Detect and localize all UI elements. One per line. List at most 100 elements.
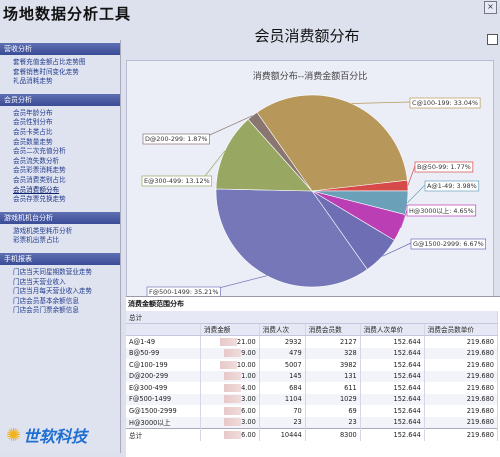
sidebar-section-header[interactable]: 会员分析	[0, 93, 120, 106]
table-row[interactable]: B@50-9900009.00479328152.644219.680	[126, 347, 499, 359]
cell-value: 1.00	[241, 372, 256, 381]
sidebar-item[interactable]: 会员性别分布	[0, 118, 120, 128]
table-cell: 152.644	[360, 393, 425, 405]
sidebar-item[interactable]: 门店会员门票余额信息	[0, 306, 120, 316]
table-cell: 000021.00	[200, 335, 260, 348]
row-label: E@300-499	[126, 382, 202, 394]
chart-options-icon[interactable]	[487, 34, 498, 45]
masked-value: 0000	[224, 395, 242, 404]
sidebar-item[interactable]: 会员二次充值分析	[0, 147, 120, 157]
slice-label: H@3000以上: 4.65%	[409, 206, 474, 215]
sidebar-section-header[interactable]: 营收分析	[0, 43, 120, 55]
cell-value: 3.00	[241, 395, 256, 404]
sidebar-item[interactable]: 套餐销售时间变化走势	[0, 68, 120, 78]
sidebar-section-header[interactable]: 手机报表	[0, 252, 120, 265]
slice-label: A@1-49: 3.98%	[427, 182, 477, 190]
table-row[interactable]: 总计00006.00104448300152.644219.680	[126, 428, 499, 441]
column-header[interactable]: 消费会员数	[305, 323, 361, 336]
sidebar-item[interactable]: 套餐充值金额占比走势图	[0, 58, 120, 68]
column-header[interactable]: 消费金额	[200, 323, 260, 336]
callout-line	[351, 101, 411, 104]
masked-value: 0000	[220, 360, 237, 369]
table-cell: 8300	[305, 428, 361, 441]
report-title: 消费金额范围分布	[128, 300, 184, 308]
table-cell: 219.680	[424, 416, 499, 429]
table-row[interactable]: D@200-29900001.00145131152.644219.680	[126, 370, 499, 382]
cell-value: 21.00	[236, 337, 256, 346]
logo: ✺ 世软科技	[6, 423, 87, 447]
page-title: 会员消费额分布	[254, 27, 360, 45]
table-cell: 152.644	[360, 405, 425, 417]
sidebar-item[interactable]: 门店会员基本余额信息	[0, 297, 120, 307]
sidebar-item[interactable]: 礼品消耗走势	[0, 77, 120, 87]
sidebar-section-header[interactable]: 游戏机机台分析	[0, 211, 120, 224]
table-cell: 152.644	[360, 382, 425, 394]
app-title: 场地数据分析工具	[3, 5, 132, 23]
sidebar: 营收分析套餐充值金额占比走势图 套餐销售时间变化走势 礼品消耗走势 会员分析会员年龄分…	[0, 40, 121, 453]
sidebar-item[interactable]: 会员年龄分布	[0, 109, 120, 119]
column-header[interactable]: 消费人次单价	[360, 323, 425, 336]
table-cell: 70	[259, 405, 306, 417]
masked-value: 0000	[224, 349, 242, 358]
report-panel: 消费金额范围分布 总计 消费金额 消费人次 消费会员数 消费人次单价 消费会员数单价 A…	[126, 296, 500, 457]
table-cell: 00003.00	[200, 416, 260, 429]
masked-value: 0000	[224, 383, 242, 392]
row-label: 总计	[126, 428, 202, 441]
table-cell: 00003.00	[200, 393, 260, 405]
table-row[interactable]: F@500-149900003.0011041029152.644219.680	[126, 393, 499, 405]
table-row[interactable]: E@300-49900004.00684611152.644219.680	[126, 382, 499, 394]
sidebar-item[interactable]: 会员卡类占比	[0, 128, 120, 138]
sidebar-item[interactable]: 会员消费额分布	[0, 186, 120, 196]
sidebar-item[interactable]: 门店当天营业收入	[0, 278, 120, 288]
sidebar-section-list: 门店当天同星期数营业走势 门店当天营业收入 门店当月每天营业收入走势 门店会员基本余额…	[0, 265, 120, 320]
sidebar-item[interactable]: 会员流失数分析	[0, 157, 120, 167]
masked-value: 0000	[224, 418, 242, 427]
slice-label: D@200-299: 1.87%	[145, 135, 208, 143]
table-cell: 00001.00	[200, 370, 260, 382]
slice-label: C@100-199: 33.04%	[412, 99, 478, 107]
sidebar-item[interactable]: 会员消费类别占比	[0, 176, 120, 186]
sidebar-item[interactable]: 门店当天同星期数营业走势	[0, 268, 120, 278]
column-header[interactable]: 消费会员数单价	[424, 323, 499, 336]
column-header[interactable]: 消费人次	[259, 323, 306, 336]
column-header[interactable]	[126, 323, 202, 336]
pie-chart: 消费额分布--消费金额百分比 C@100-199: 33.04% B@50-99:…	[141, 70, 487, 298]
table-cell: 00004.00	[200, 382, 260, 394]
cell-value: 10.00	[236, 360, 256, 369]
table-cell: 2127	[305, 335, 361, 348]
table-row[interactable]: C@100-199000010.0050073982152.644219.680	[126, 359, 499, 371]
table-cell: 328	[305, 347, 361, 359]
table-row[interactable]: H@3000以上00003.002323152.644219.680	[126, 416, 499, 429]
masked-value: 0000	[220, 337, 237, 346]
sidebar-item[interactable]: 门店当月每天营业收入走势	[0, 287, 120, 297]
table-row[interactable]: A@1-49000021.0029322127152.644219.680	[126, 335, 499, 348]
slice-label: E@300-499: 13.12%	[144, 177, 210, 185]
sidebar-section-list: 游戏机类型耗币分析 彩票机出票占比	[0, 224, 120, 250]
table-cell: 23	[259, 416, 306, 429]
table-cell: 5007	[259, 359, 306, 371]
cell-value: 3.00	[241, 418, 256, 427]
table-row[interactable]: G@1500-299900006.007069152.644219.680	[126, 405, 499, 417]
table-cell: 000010.00	[200, 359, 260, 371]
table-cell: 611	[305, 382, 361, 394]
sidebar-item[interactable]: 会员数量走势	[0, 138, 120, 148]
table-cell: 3982	[305, 359, 361, 371]
table-cell: 219.680	[424, 428, 499, 441]
cell-value: 6.00	[241, 406, 256, 415]
row-label: H@3000以上	[126, 416, 202, 429]
table-cell: 152.644	[360, 370, 425, 382]
table-cell: 219.680	[424, 359, 499, 371]
sidebar-item[interactable]: 游戏机类型耗币分析	[0, 227, 120, 237]
window-close-button[interactable]: ×	[484, 1, 497, 14]
sidebar-item[interactable]: 彩票机出票占比	[0, 236, 120, 246]
row-label: G@1500-2999	[126, 405, 202, 417]
table-cell: 10444	[259, 428, 306, 441]
sidebar-item[interactable]: 会员彩票消耗走势	[0, 166, 120, 176]
table-cell: 1029	[305, 393, 361, 405]
table-cell: 1104	[259, 393, 306, 405]
row-label: D@200-299	[126, 370, 202, 382]
logo-text: 世软科技	[23, 427, 88, 446]
row-label: C@100-199	[126, 359, 202, 371]
sidebar-item[interactable]: 会员存票兑换走势	[0, 195, 120, 205]
cell-value: 6.00	[241, 430, 256, 439]
